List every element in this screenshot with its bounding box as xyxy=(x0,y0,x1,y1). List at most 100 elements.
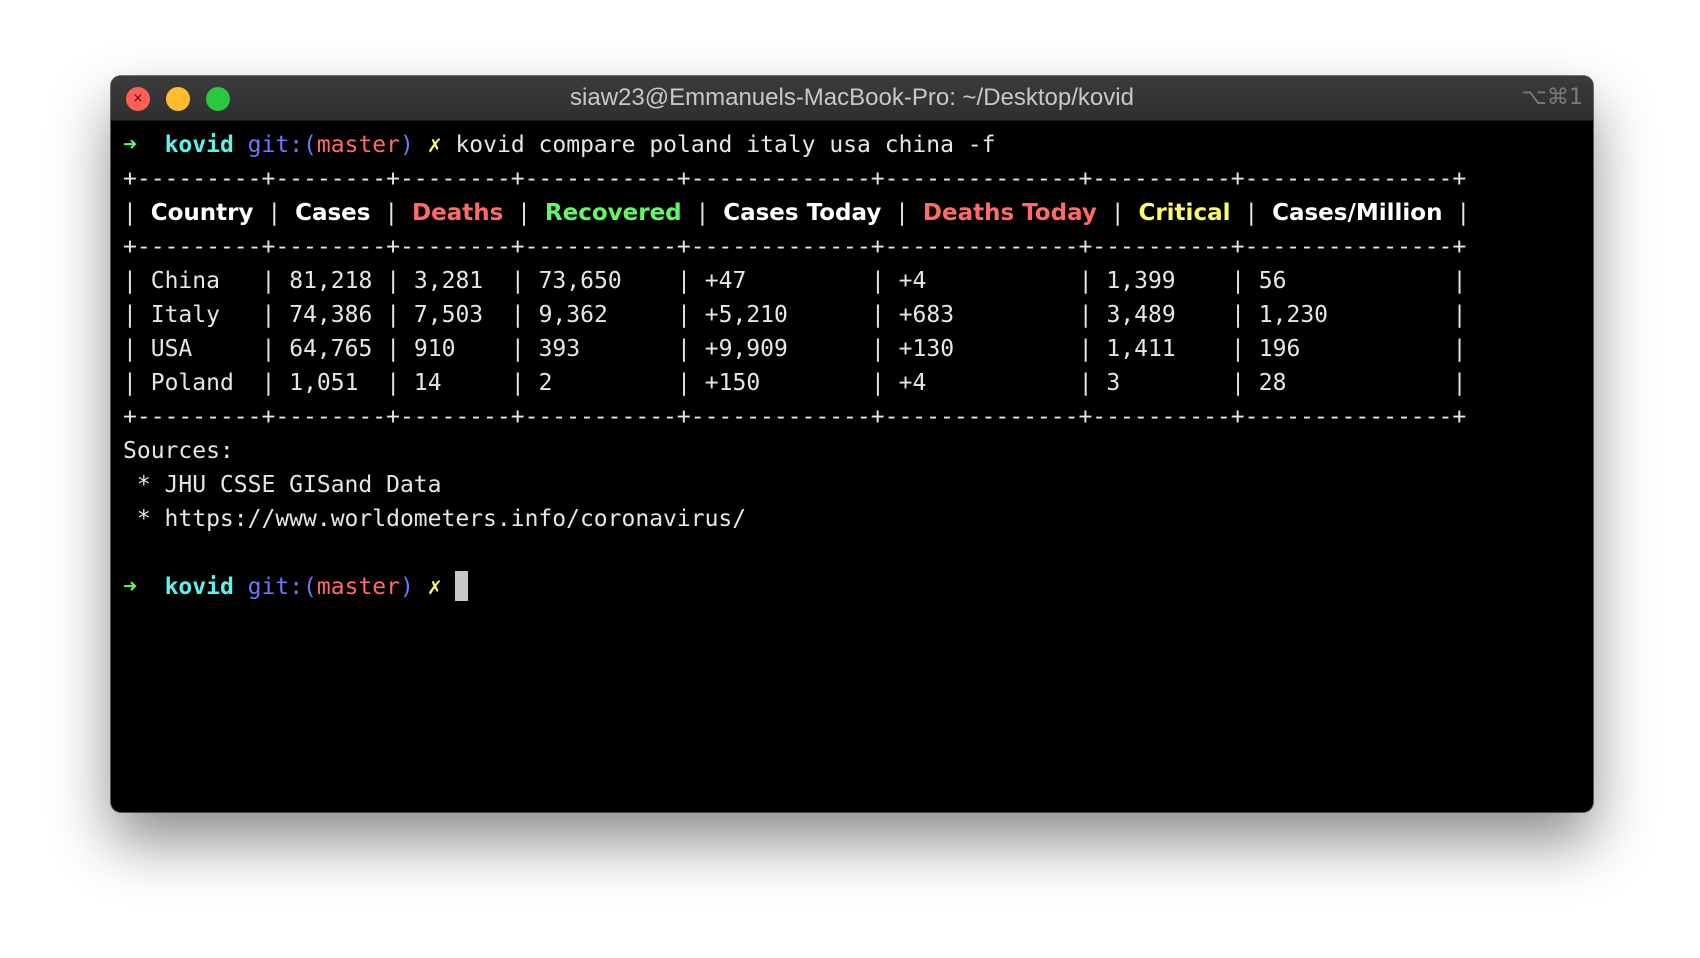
table-pipe: | xyxy=(123,370,137,396)
cell-padding xyxy=(220,268,262,294)
table-cell: Italy xyxy=(150,302,220,328)
cell-padding xyxy=(1258,200,1272,226)
table-cell: 3 xyxy=(1106,370,1121,396)
cell-padding xyxy=(1286,370,1452,396)
text-cursor xyxy=(455,571,469,601)
table-pipe: | xyxy=(1452,336,1467,362)
cell-padding xyxy=(709,200,723,226)
table-pipe: | xyxy=(677,268,691,294)
table-pipe: | xyxy=(1078,268,1093,294)
column-header: Cases Today xyxy=(723,200,882,226)
prompt-dirty-icon: ✗ xyxy=(427,574,442,600)
cell-padding xyxy=(220,302,262,328)
table-row: | China | 81,218 | 3,281 | 73,650 | +47 … xyxy=(123,264,1585,298)
table-pipe: | xyxy=(261,302,276,328)
column-header: Cases xyxy=(295,200,371,226)
table-pipe: | xyxy=(1078,302,1093,328)
cell-padding xyxy=(926,370,1078,396)
table-cell: 196 xyxy=(1258,336,1301,362)
cell-padding xyxy=(691,268,705,294)
table-border: +---------+--------+--------+-----------… xyxy=(123,404,1467,430)
table-pipe: | xyxy=(517,200,532,226)
cell-padding xyxy=(1245,268,1259,294)
column-header: Cases/Million xyxy=(1272,200,1443,226)
prompt-git-prefix: git:( xyxy=(247,574,317,600)
command-line: ➜ kovid git:(master) ✗ kovid compare pol… xyxy=(123,128,1585,162)
table-pipe: | xyxy=(1231,268,1245,294)
cell-padding xyxy=(400,370,414,396)
cell-padding xyxy=(1245,302,1259,328)
table-cell: +130 xyxy=(898,336,955,362)
table-pipe: | xyxy=(510,302,525,328)
cell-padding xyxy=(531,200,545,226)
cell-padding xyxy=(483,268,511,294)
table-pipe: | xyxy=(510,370,525,396)
table-row: | USA | 64,765 | 910 | 393 | +9,909 | +1… xyxy=(123,332,1585,366)
cell-padding xyxy=(1245,370,1259,396)
cell-padding xyxy=(503,200,517,226)
active-prompt-line[interactable]: ➜ kovid git:(master) ✗ xyxy=(123,570,1585,604)
table-pipe: | xyxy=(1244,200,1259,226)
table-pipe: | xyxy=(895,200,910,226)
cell-padding xyxy=(885,268,899,294)
table-pipe: | xyxy=(1231,302,1245,328)
cell-padding xyxy=(372,302,386,328)
cell-padding xyxy=(608,302,677,328)
table-cell: 73,650 xyxy=(538,268,622,294)
prompt-directory: kovid xyxy=(164,574,234,600)
cell-padding xyxy=(1176,268,1231,294)
table-border: +---------+--------+--------+-----------… xyxy=(123,234,1467,260)
cell-padding xyxy=(682,200,696,226)
table-cell: +683 xyxy=(898,302,955,328)
cell-padding xyxy=(525,268,539,294)
table-cell: +4 xyxy=(898,370,927,396)
cell-padding xyxy=(691,302,705,328)
prompt-git-suffix: ) xyxy=(400,132,414,158)
cell-padding xyxy=(483,302,511,328)
cell-padding xyxy=(1300,336,1452,362)
cell-padding xyxy=(234,370,262,396)
cell-padding xyxy=(552,370,677,396)
table-pipe: | xyxy=(384,200,399,226)
table-border: +---------+--------+--------+-----------… xyxy=(123,166,1467,192)
cell-padding xyxy=(1442,200,1456,226)
table-header-row: | Country | Cases | Deaths | Recovered |… xyxy=(123,196,1585,230)
terminal-output[interactable]: ➜ kovid git:(master) ✗ kovid compare pol… xyxy=(123,128,1585,604)
prompt-dirty-icon: ✗ xyxy=(427,132,442,158)
cell-padding xyxy=(192,336,261,362)
cell-padding xyxy=(275,302,289,328)
table-row: | Italy | 74,386 | 7,503 | 9,362 | +5,21… xyxy=(123,298,1585,332)
cell-padding xyxy=(372,336,386,362)
cell-padding xyxy=(1125,200,1139,226)
cell-padding xyxy=(909,200,923,226)
cell-padding xyxy=(746,268,871,294)
table-cell: 56 xyxy=(1258,268,1287,294)
cell-padding xyxy=(881,200,895,226)
cell-padding xyxy=(525,370,539,396)
cell-padding xyxy=(580,336,677,362)
prompt-branch: master xyxy=(316,574,401,600)
table-pipe: | xyxy=(1231,336,1245,362)
cell-padding xyxy=(1120,370,1231,396)
table-pipe: | xyxy=(870,336,885,362)
cell-padding xyxy=(137,200,151,226)
column-header: Critical xyxy=(1138,200,1231,226)
table-pipe: | xyxy=(677,336,691,362)
cell-padding xyxy=(275,336,289,362)
table-cell: 81,218 xyxy=(289,268,373,294)
table-row: | Poland | 1,051 | 14 | 2 | +150 | +4 | … xyxy=(123,366,1585,400)
cell-padding xyxy=(1093,268,1107,294)
table-pipe: | xyxy=(870,268,885,294)
table-cell: +47 xyxy=(704,268,747,294)
table-cell: 9,362 xyxy=(538,302,608,328)
prompt-branch: master xyxy=(316,132,401,158)
table-pipe: | xyxy=(261,336,276,362)
cell-padding xyxy=(400,336,414,362)
table-pipe: | xyxy=(123,268,137,294)
results-table: +---------+--------+--------+-----------… xyxy=(123,162,1585,434)
table-pipe: | xyxy=(1078,336,1093,362)
column-header: Recovered xyxy=(544,200,682,226)
prompt-git-prefix: git:( xyxy=(247,132,317,158)
table-pipe: | xyxy=(1231,370,1245,396)
